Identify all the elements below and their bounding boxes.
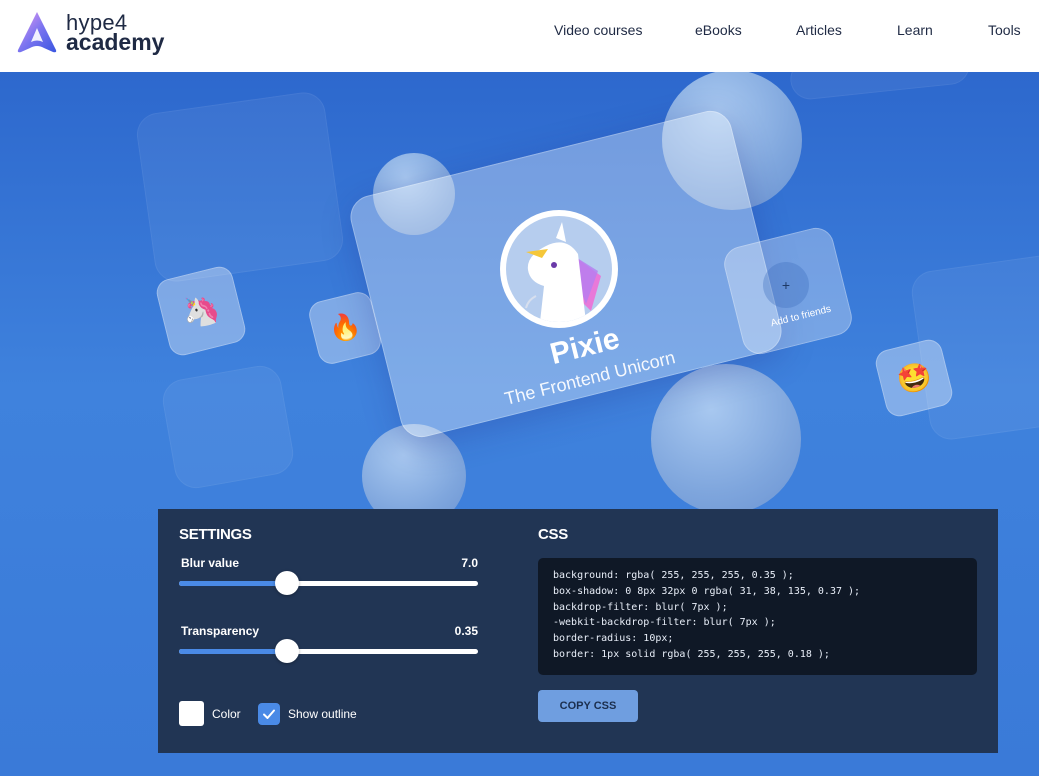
color-label: Color	[212, 707, 241, 721]
show-outline-label: Show outline	[288, 707, 357, 721]
unicorn-avatar	[500, 210, 618, 328]
background-ghost-card	[788, 72, 972, 102]
css-line: border-radius: 10px;	[553, 633, 674, 645]
blur-slider[interactable]	[179, 571, 478, 595]
nav-learn[interactable]: Learn	[897, 22, 933, 42]
hype4-academy-logo[interactable]: hype4 academy	[16, 10, 166, 56]
logo-text-academy: academy	[66, 29, 165, 55]
logo-mark-icon	[17, 12, 57, 53]
nav-video-courses[interactable]: Video courses	[554, 22, 642, 42]
show-outline-checkbox[interactable]	[258, 703, 280, 725]
fire-emoji-icon: 🔥	[325, 309, 365, 347]
site-header: hype4 academy Video courses eBooks Artic…	[0, 0, 1039, 72]
css-code-block: background: rgba( 255, 255, 255, 0.35 );…	[538, 558, 977, 675]
blur-value: 7.0	[461, 556, 478, 570]
css-line: border: 1px solid rgba( 255, 255, 255, 0…	[553, 648, 830, 660]
nav-articles[interactable]: Articles	[796, 22, 842, 42]
blur-label: Blur value	[181, 556, 240, 570]
unicorn-emoji-icon: 🦄	[178, 289, 224, 333]
settings-title: SETTINGS	[179, 526, 252, 543]
transparency-value: 0.35	[454, 624, 478, 638]
blur-slider-fill	[179, 581, 287, 586]
transparency-slider-fill	[179, 649, 287, 654]
color-swatch[interactable]	[179, 701, 204, 726]
css-line: box-shadow: 0 8px 32px 0 rgba( 31, 38, 1…	[553, 585, 861, 597]
transparency-slider[interactable]	[179, 639, 478, 663]
css-line: -webkit-backdrop-filter: blur( 7px );	[553, 617, 776, 629]
background-ghost-card	[159, 362, 297, 492]
star-struck-emoji-icon: 🤩	[893, 357, 935, 399]
add-friend-plus-icon[interactable]: +	[763, 262, 809, 308]
background-ghost-card	[134, 89, 346, 285]
sphere-decoration	[651, 364, 801, 514]
nav-ebooks[interactable]: eBooks	[695, 22, 742, 42]
css-line: background: rgba( 255, 255, 255, 0.35 );	[553, 570, 794, 581]
nav-tools[interactable]: Tools	[988, 22, 1021, 42]
css-title: CSS	[538, 526, 568, 543]
transparency-slider-handle[interactable]	[275, 639, 299, 663]
transparency-label: Transparency	[181, 624, 260, 638]
unicorn-avatar-icon	[525, 222, 601, 322]
blur-slider-handle[interactable]	[275, 571, 299, 595]
check-icon	[263, 709, 275, 719]
copy-css-button[interactable]: COPY CSS	[538, 690, 638, 722]
css-line: backdrop-filter: blur( 7px );	[553, 601, 728, 613]
